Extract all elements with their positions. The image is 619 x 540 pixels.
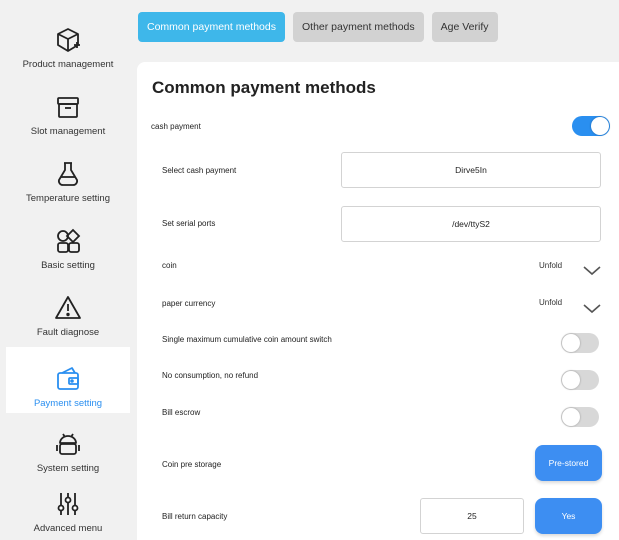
cash-payment-label: cash payment — [151, 122, 201, 131]
coin-label: coin — [162, 261, 177, 270]
sidebar-item-label: Slot management — [30, 126, 106, 137]
sidebar-item-label: Product management — [22, 59, 114, 70]
sidebar-item-basic-setting[interactable]: Basic setting — [6, 209, 130, 275]
toggle-knob — [591, 117, 609, 135]
warning-triangle-icon — [53, 293, 83, 323]
no-consumption-toggle[interactable] — [561, 370, 599, 390]
archive-box-icon — [53, 92, 83, 122]
single-max-switch-toggle[interactable] — [561, 333, 599, 353]
sidebar-item-slot-management[interactable]: Slot management — [6, 75, 130, 141]
sidebar-item-label: Temperature setting — [26, 193, 110, 204]
package-plus-icon — [53, 25, 83, 55]
bill-escrow-toggle[interactable] — [561, 407, 599, 427]
tab-other-payment-methods[interactable]: Other payment methods — [292, 12, 424, 42]
sidebar-item-label: Payment setting — [33, 398, 103, 409]
sidebar-item-fault-diagnose[interactable]: Fault diagnose — [6, 276, 130, 342]
toggle-knob — [562, 371, 580, 389]
sidebar: Product management Slot management Tempe… — [0, 0, 130, 540]
coin-pre-storage-label: Coin pre storage — [162, 460, 222, 469]
coin-unfold-label[interactable]: Unfold — [539, 261, 562, 270]
page-title: Common payment methods — [152, 78, 376, 97]
tab-age-verify[interactable]: Age Verify — [431, 12, 498, 42]
android-icon — [53, 429, 83, 459]
chevron-down-icon[interactable] — [582, 263, 602, 277]
app-root: Product management Slot management Tempe… — [0, 0, 619, 540]
sliders-icon — [53, 489, 83, 519]
select-cash-payment-label: Select cash payment — [162, 166, 237, 175]
sidebar-item-product-management[interactable]: Product management — [6, 8, 130, 74]
wallet-icon — [53, 364, 83, 394]
bill-return-capacity-field[interactable]: 25 — [420, 498, 524, 534]
bill-return-capacity-label: Bill return capacity — [162, 512, 228, 521]
bill-escrow-label: Bill escrow — [162, 408, 201, 417]
serial-ports-field[interactable]: /dev/ttyS2 — [341, 206, 601, 242]
sidebar-item-temperature-setting[interactable]: Temperature setting — [6, 142, 130, 208]
select-cash-payment-field[interactable]: Dirve5In — [341, 152, 601, 188]
sidebar-item-advanced-menu[interactable]: Advanced menu — [6, 472, 130, 538]
sidebar-item-label: Fault diagnose — [36, 327, 100, 338]
sidebar-item-system-setting[interactable]: System setting — [6, 412, 130, 478]
yes-button[interactable]: Yes — [535, 498, 602, 534]
no-consumption-label: No consumption, no refund — [162, 371, 259, 380]
content-panel: Common payment methods cash payment Sele… — [137, 62, 619, 540]
sidebar-item-label: Basic setting — [41, 260, 95, 271]
tab-common-payment-methods[interactable]: Common payment methods — [138, 12, 285, 42]
single-max-switch-label: Single maximum cumulative coin amount sw… — [162, 335, 332, 344]
cash-payment-toggle[interactable] — [572, 116, 610, 136]
flask-icon — [53, 159, 83, 189]
sidebar-item-payment-setting[interactable]: Payment setting — [6, 347, 130, 413]
shapes-grid-icon — [53, 226, 83, 256]
tab-bar: Common payment methods Other payment met… — [138, 12, 498, 44]
chevron-down-icon[interactable] — [582, 301, 602, 315]
toggle-knob — [562, 334, 580, 352]
paper-currency-unfold-label[interactable]: Unfold — [539, 298, 562, 307]
serial-ports-label: Set serial ports — [162, 219, 216, 228]
toggle-knob — [562, 408, 580, 426]
sidebar-item-label: Advanced menu — [33, 523, 103, 534]
paper-currency-label: paper currency — [162, 299, 216, 308]
pre-stored-button[interactable]: Pre-stored — [535, 445, 602, 481]
